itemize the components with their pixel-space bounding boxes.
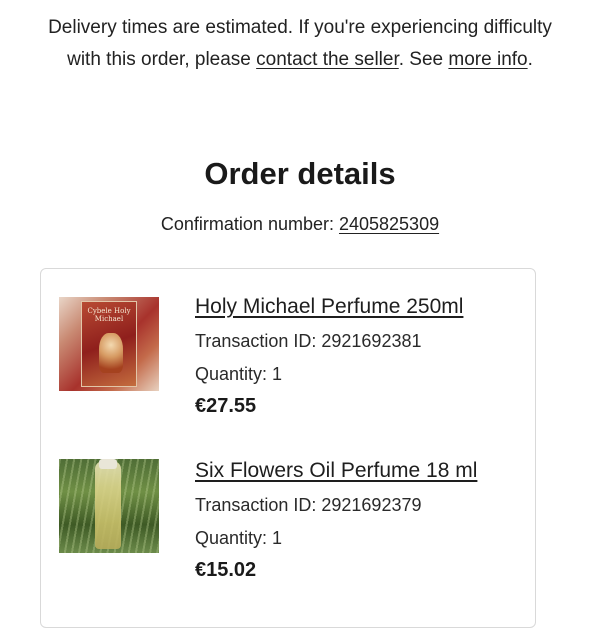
transaction-id: Transaction ID: 2921692379 (195, 495, 422, 515)
product-image-holy-michael[interactable]: Cybele Holy Michael (59, 297, 159, 391)
order-details-heading: Order details (204, 156, 396, 191)
confirmation-label: Confirmation number: (160, 214, 339, 234)
item-name-link[interactable]: Holy Michael Perfume 250ml (195, 295, 463, 319)
angel-figure (99, 333, 123, 373)
bottle-cap (99, 459, 117, 469)
transaction-id: Transaction ID: 2921692381 (195, 331, 422, 351)
order-item: Cybele Holy Michael Holy Michael Perfume… (59, 295, 519, 435)
confirmation-number-link[interactable]: 2405825309 (339, 214, 439, 234)
product-label-text: Cybele Holy Michael (87, 307, 131, 323)
confirmation-line: Confirmation number: 2405825309 (0, 214, 600, 235)
oil-bottle (95, 461, 121, 549)
order-item: Six Flowers Oil Perfume 18 ml Transactio… (59, 459, 519, 599)
quantity: Quantity: 1 (195, 528, 283, 548)
more-info-link[interactable]: more info (448, 49, 527, 70)
contact-seller-link[interactable]: contact the seller (256, 49, 399, 70)
notice-text-middle: . See (398, 49, 449, 70)
order-items-card: Cybele Holy Michael Holy Michael Perfume… (40, 268, 536, 628)
item-name-link[interactable]: Six Flowers Oil Perfume 18 ml (195, 459, 477, 483)
product-image-six-flowers[interactable] (59, 459, 159, 553)
quantity: Quantity: 1 (195, 364, 283, 384)
notice-text-end: . (527, 49, 533, 70)
item-price: €27.55 (195, 395, 257, 417)
delivery-notice: Delivery times are estimated. If you're … (30, 12, 570, 76)
item-price: €15.02 (195, 559, 257, 581)
